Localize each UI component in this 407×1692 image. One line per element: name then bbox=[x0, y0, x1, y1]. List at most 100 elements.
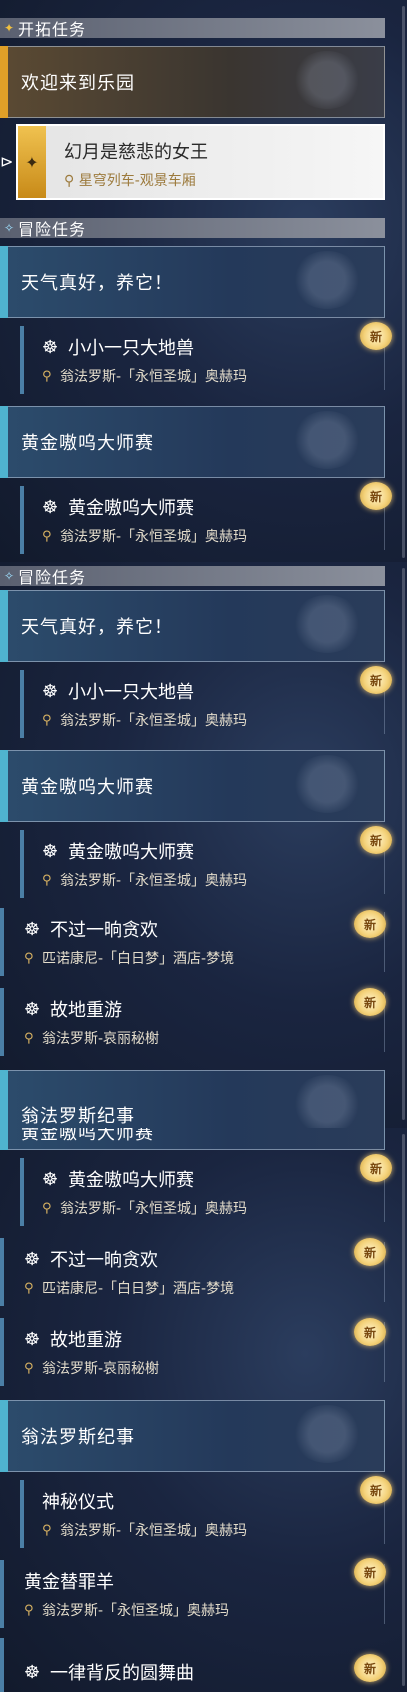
tree-line bbox=[0, 908, 4, 976]
mission-item-scapegoat[interactable]: 黄金替罪羊 ⚲ 翁法罗斯-「永恒圣城」奥赫玛 bbox=[0, 1560, 385, 1628]
mission-location: 翁法罗斯-「永恒圣城」奥赫玛 bbox=[60, 713, 248, 729]
new-badge-icon: 新 bbox=[354, 988, 386, 1016]
location-pin-icon: ⚲ bbox=[42, 1522, 52, 1538]
mission-emblem-icon bbox=[292, 411, 362, 469]
card-accent-bar bbox=[0, 1128, 8, 1150]
location-text: 星穹列车-观景车厢 bbox=[78, 173, 196, 189]
location-pin-icon: ⚲ bbox=[64, 173, 79, 189]
mission-item-revisit[interactable]: ☸ 故地重游 ⚲ 翁法罗斯-哀丽秘榭 bbox=[0, 1318, 385, 1386]
mission-location: 翁法罗斯-哀丽秘榭 bbox=[42, 1361, 160, 1377]
mission-item-indulge[interactable]: ☸ 不过一晌贪欢 ⚲ 匹诺康尼-「白日梦」酒店-梦境 bbox=[0, 908, 385, 976]
new-badge-icon: 新 bbox=[360, 322, 392, 350]
quest-log-page: ✦ 开拓任务 欢迎来到乐园 ⊳ ✦ 幻月是慈悲的女王 ⚲ 星穹列车-观景车厢 ✧… bbox=[0, 0, 407, 1692]
mission-title: 故地重游 bbox=[50, 1330, 122, 1351]
quest-list-panel-1: ✦ 开拓任务 欢迎来到乐园 ⊳ ✦ 幻月是慈悲的女王 ⚲ 星穹列车-观景车厢 ✧… bbox=[0, 0, 407, 562]
mission-card-golden[interactable]: 黄金嗷呜大师赛 bbox=[0, 406, 385, 478]
tree-line bbox=[20, 1158, 24, 1226]
mission-title: 故地重游 bbox=[50, 1000, 122, 1021]
trailblaze-icon: ✦ bbox=[3, 21, 15, 35]
mission-card-chronicle[interactable]: 翁法罗斯纪事 bbox=[0, 1400, 385, 1472]
mission-title: 神秘仪式 bbox=[42, 1492, 114, 1513]
mission-location: 翁法罗斯-「永恒圣城」奥赫玛 bbox=[60, 1201, 248, 1217]
mission-item-indulge[interactable]: ☸ 不过一晌贪欢 ⚲ 匹诺康尼-「白日梦」酒店-梦境 bbox=[0, 1238, 385, 1306]
card-accent-bar bbox=[0, 1070, 8, 1128]
mission-card-welcome[interactable]: 欢迎来到乐园 bbox=[0, 46, 385, 118]
tree-line bbox=[20, 486, 24, 554]
mission-title: 黄金替罪羊 bbox=[24, 1572, 114, 1593]
selected-mission-card[interactable]: ✦ 幻月是慈悲的女王 ⚲ 星穹列车-观景车厢 bbox=[16, 124, 385, 200]
new-badge-icon: 新 bbox=[354, 1318, 386, 1346]
tree-line bbox=[0, 1238, 4, 1306]
scrollbar[interactable] bbox=[402, 1134, 405, 1686]
location-pin-icon: ⚲ bbox=[24, 1030, 34, 1046]
mission-card-weather[interactable]: 天气真好，养它！ bbox=[0, 590, 385, 662]
card-title: 黄金嗷呜大师赛 bbox=[21, 1128, 154, 1144]
quest-type-icon: ☸ bbox=[24, 1661, 41, 1683]
mission-emblem-icon bbox=[292, 51, 362, 109]
mission-location: 翁法罗斯-「永恒圣城」奥赫玛 bbox=[60, 873, 248, 889]
mission-location: 翁法罗斯-「永恒圣城」奥赫玛 bbox=[60, 1523, 248, 1539]
adventure-icon: ✧ bbox=[3, 221, 15, 235]
new-badge-icon: 新 bbox=[360, 826, 392, 854]
quest-list-panel-3: 黄金嗷呜大师赛 ☸ 黄金嗷呜大师赛 ⚲ 翁法罗斯-「永恒圣城」奥赫玛 新 ☸ 不过一晌… bbox=[0, 1128, 407, 1692]
card-accent-bar bbox=[0, 246, 8, 318]
mission-item-revisit[interactable]: ☸ 故地重游 ⚲ 翁法罗斯-哀丽秘榭 bbox=[0, 988, 385, 1056]
mission-emblem-icon bbox=[292, 1075, 362, 1128]
location-pin-icon: ⚲ bbox=[24, 950, 34, 966]
mission-title: 幻月是慈悲的女王 bbox=[64, 142, 208, 163]
mission-emblem-icon bbox=[292, 595, 362, 653]
quest-type-icon: ☸ bbox=[24, 998, 41, 1020]
quest-type-icon: ☸ bbox=[42, 336, 59, 358]
quest-type-icon: ☸ bbox=[42, 680, 59, 702]
section-header-trailblaze: ✦ 开拓任务 bbox=[0, 18, 385, 39]
mission-location: ⚲ 星穹列车-观景车厢 bbox=[64, 170, 196, 190]
card-accent-bar bbox=[0, 406, 8, 478]
card-title: 欢迎来到乐园 bbox=[21, 73, 135, 94]
mission-title: 不过一晌贪欢 bbox=[50, 1250, 158, 1271]
mission-location: 匹诺康尼-「白日梦」酒店-梦境 bbox=[42, 1281, 235, 1297]
mission-item-dance[interactable]: ☸ 一律背反的圆舞曲 bbox=[0, 1638, 385, 1692]
location-pin-icon: ⚲ bbox=[42, 872, 52, 888]
mission-item-golden-cup[interactable]: ☸ 黄金嗷呜大师赛 ⚲ 翁法罗斯-「永恒圣城」奥赫玛 bbox=[20, 1158, 385, 1226]
location-pin-icon: ⚲ bbox=[24, 1602, 34, 1618]
section-title: 冒险任务 bbox=[18, 220, 87, 239]
quest-type-icon: ☸ bbox=[24, 1328, 41, 1350]
new-badge-icon: 新 bbox=[360, 1154, 392, 1182]
quest-type-icon: ☸ bbox=[42, 1168, 59, 1190]
card-title: 天气真好，养它！ bbox=[21, 273, 173, 294]
mission-title: 一律背反的圆舞曲 bbox=[50, 1663, 194, 1684]
mission-card-golden[interactable]: 黄金嗷呜大师赛 bbox=[0, 1128, 385, 1150]
mission-item-ritual[interactable]: 神秘仪式 ⚲ 翁法罗斯-「永恒圣城」奥赫玛 bbox=[20, 1480, 385, 1548]
mission-card-golden[interactable]: 黄金嗷呜大师赛 bbox=[0, 750, 385, 822]
tree-line bbox=[20, 326, 24, 394]
mission-emblem-icon bbox=[292, 251, 362, 309]
tree-line bbox=[0, 1318, 4, 1386]
location-pin-icon: ⚲ bbox=[42, 528, 52, 544]
mission-title: 黄金嗷呜大师赛 bbox=[68, 842, 194, 863]
trailblaze-mission-icon: ✦ bbox=[18, 126, 46, 198]
tree-line bbox=[20, 830, 24, 898]
selection-arrow-icon: ⊳ bbox=[0, 152, 14, 171]
card-title: 天气真好，养它！ bbox=[21, 617, 173, 638]
mission-title: 黄金嗷呜大师赛 bbox=[68, 498, 194, 519]
tree-line bbox=[0, 988, 4, 1056]
mission-title: 小小一只大地兽 bbox=[68, 338, 194, 359]
card-title: 翁法罗斯纪事 bbox=[21, 1427, 135, 1448]
mission-item-little-beast[interactable]: ☸ 小小一只大地兽 ⚲ 翁法罗斯-「永恒圣城」奥赫玛 bbox=[20, 326, 385, 394]
mission-card-chronicle[interactable]: 翁法罗斯纪事 bbox=[0, 1070, 385, 1128]
mission-item-golden-cup[interactable]: ☸ 黄金嗷呜大师赛 ⚲ 翁法罗斯-「永恒圣城」奥赫玛 bbox=[20, 830, 385, 898]
quest-type-icon: ☸ bbox=[42, 496, 59, 518]
mission-item-golden-cup[interactable]: ☸ 黄金嗷呜大师赛 ⚲ 翁法罗斯-「永恒圣城」奥赫玛 bbox=[20, 486, 385, 554]
new-badge-icon: 新 bbox=[360, 666, 392, 694]
scrollbar[interactable] bbox=[402, 568, 405, 1120]
mission-location: 翁法罗斯-「永恒圣城」奥赫玛 bbox=[60, 369, 248, 385]
quest-type-icon: ☸ bbox=[42, 840, 59, 862]
mission-item-little-beast[interactable]: ☸ 小小一只大地兽 ⚲ 翁法罗斯-「永恒圣城」奥赫玛 bbox=[20, 670, 385, 738]
mission-title: 不过一晌贪欢 bbox=[50, 920, 158, 941]
location-pin-icon: ⚲ bbox=[24, 1360, 34, 1376]
location-pin-icon: ⚲ bbox=[42, 712, 52, 728]
scrollbar[interactable] bbox=[402, 6, 405, 558]
tree-line bbox=[0, 1638, 4, 1692]
mission-emblem-icon bbox=[292, 1405, 362, 1463]
mission-card-weather[interactable]: 天气真好，养它！ bbox=[0, 246, 385, 318]
